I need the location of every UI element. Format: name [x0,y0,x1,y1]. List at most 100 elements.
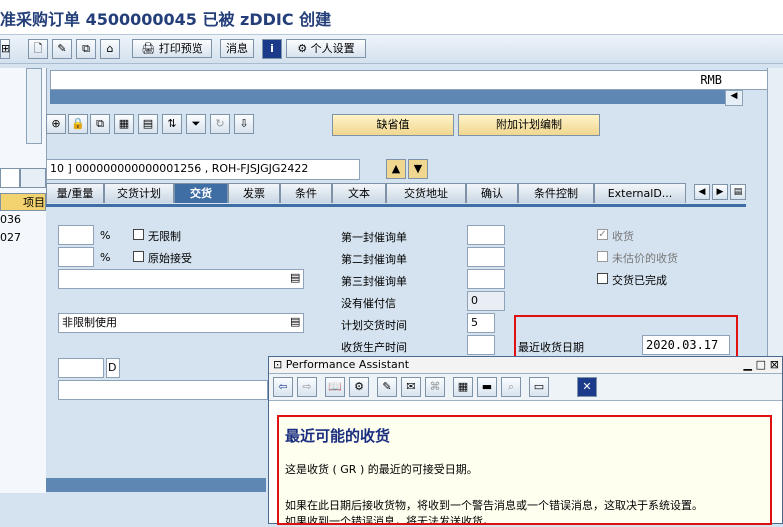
left-scrollbar[interactable] [26,68,42,144]
item-column-header[interactable]: 项目 [0,193,46,211]
back-icon[interactable]: ⊞ [0,39,10,59]
personal-settings-button[interactable]: ⚙ 个人设置 [286,39,366,58]
goods-receipt-checkbox[interactable]: ✓ [597,229,608,240]
info-icon[interactable]: i [262,39,282,59]
change-icon[interactable]: ✎ [52,39,72,59]
overview-toggle-icon[interactable] [0,168,20,188]
maximize-icon[interactable]: □ [756,357,766,373]
print-preview-button[interactable]: 🖨 打印预览 [132,39,212,58]
book-icon[interactable]: 📖 [325,377,345,397]
tab-delivery-schedule[interactable]: 交货计划 [104,183,174,203]
tab-scroll-right-icon[interactable]: ▶ [712,184,728,200]
dropdown-icon[interactable]: ▤ [290,315,300,328]
tab-delivery[interactable]: 交货 [174,183,228,203]
table-icon[interactable]: ▦ [453,377,473,397]
stock-type-select[interactable]: 非限制使用 [58,313,304,333]
copy-icon[interactable]: ⧉ [76,39,96,59]
tab-conditions[interactable]: 条件 [280,183,332,203]
tab-condition-control[interactable]: 条件控制 [518,183,594,203]
export-icon[interactable]: ⇩ [234,114,254,134]
filter-icon[interactable]: ⏷ [186,114,206,134]
edit-icon[interactable]: ✎ [377,377,397,397]
non-valuated-gr-label: 未估价的收货 [612,252,678,265]
goods-receipt-label: 收货 [612,230,634,243]
tab-external-data[interactable]: ExternalD... [594,183,686,203]
header-horizontal-scrollbar[interactable] [50,90,725,104]
expand-icon[interactable]: ⊕ [46,114,66,134]
close-pa-icon[interactable]: ✕ [577,377,597,397]
forward-arrow-icon[interactable]: ⇨ [297,377,317,397]
dropdown-icon[interactable]: ▤ [290,271,300,284]
latest-gr-date-label: 最近收货日期 [518,341,584,354]
help-paragraph: 如果收到一个错误消息，将无法发送收货。 [285,515,494,525]
performance-assistant-toolbar: ⇦ ⇨ 📖 ⚙ ✎ ✉ ⌘ ▦ ▬ ⌕ ▭ ✕ [269,374,782,401]
tab-scroll-left-icon[interactable]: ◀ [694,184,710,200]
tab-quantity-weight[interactable]: 量/重量 [46,183,104,203]
application-toolbar: ⊞ 🗋 ✎ ⧉ ⌂ 🖨 打印预览 消息 i ⚙ 个人设置 [0,35,783,64]
percent-unit: % [100,229,111,242]
close-icon[interactable]: ⊠ [770,357,779,373]
print-icon[interactable]: ▤ [138,114,158,134]
bottom-horizontal-scrollbar[interactable] [46,478,266,492]
planned-delivery-time-label: 计划交货时间 [341,319,407,332]
next-item-icon[interactable]: ▼ [408,159,428,179]
header-row: RMB [50,70,783,90]
tab-texts[interactable]: 文本 [332,183,386,203]
unlimited-checkbox[interactable] [133,229,144,240]
copy-item-icon[interactable]: ⧉ [90,114,110,134]
previous-item-icon[interactable]: ▲ [386,159,406,179]
default-values-button[interactable]: 缺省值 [332,114,454,136]
hide-icon[interactable]: ▬ [477,377,497,397]
lock-icon[interactable]: 🔒 [68,114,88,134]
new-document-icon[interactable]: 🗋 [28,39,48,59]
scroll-left-icon[interactable]: ◀ [725,90,743,106]
overdelivery-tolerance-input[interactable] [58,225,94,245]
disabled-tool-icon[interactable]: ⌘ [425,377,445,397]
non-valuated-gr-checkbox[interactable] [597,251,608,262]
overview-row[interactable]: 036 [0,213,21,226]
shipping-instructions-select[interactable] [58,269,304,289]
right-vertical-scrollbar[interactable] [767,68,783,358]
overview-row[interactable]: 027 [0,231,21,244]
refresh-icon[interactable]: ↻ [210,114,230,134]
sort-icon[interactable]: ⇅ [162,114,182,134]
minimize-icon[interactable]: ▁ [744,357,752,373]
item-selector[interactable]: 10 ] 000000000000001256 , ROH-FJSJGJG242… [46,159,360,180]
tab-list-icon[interactable]: ▤ [730,184,746,200]
tab-invoice[interactable]: 发票 [228,183,280,203]
back-arrow-icon[interactable]: ⇦ [273,377,293,397]
currency-label: RMB [700,73,722,87]
original-accept-checkbox[interactable] [133,251,144,262]
performance-assistant-titlebar[interactable]: ⊡ Performance Assistant ▁ □ ⊠ [269,357,782,374]
planned-delivery-time-input[interactable]: 5 [467,313,495,333]
help-content: 最近可能的收货 这是收货 ( GR ) 的最近的可接受日期。 如果在此日期后接收… [277,415,772,525]
zoom-icon[interactable]: ⌕ [501,377,521,397]
print-icon[interactable]: ▭ [529,377,549,397]
title-bar: 准采购订单 4500000045 已被 zDDIC 创建 [0,0,783,35]
comment-icon[interactable]: ✉ [401,377,421,397]
select-all-icon[interactable]: ▦ [114,114,134,134]
reminder1-label: 第一封催询单 [341,231,407,244]
no-expediter-label: 没有催付信 [341,297,396,310]
reminder3-input[interactable] [467,269,505,289]
reminder2-input[interactable] [467,247,505,267]
additional-planning-button[interactable]: 附加计划编制 [458,114,600,136]
gr-processing-time-input[interactable] [467,335,495,355]
item-detail-tabs: 量/重量 交货计划 交货 发票 条件 文本 交货地址 确认 条件控制 Exter… [46,183,746,205]
technical-info-icon[interactable]: ⚙ [349,377,369,397]
reminder3-label: 第三封催询单 [341,275,407,288]
latest-gr-date-input[interactable]: 2020.03.17 [642,335,730,355]
tab-confirmations[interactable]: 确认 [466,183,518,203]
incoterms-input[interactable] [58,380,268,400]
messages-button[interactable]: 消息 [220,39,254,58]
underdelivery-tolerance-input[interactable] [58,247,94,267]
tab-delivery-address[interactable]: 交货地址 [386,183,466,203]
help-paragraph: 这是收货 ( GR ) 的最近的可接受日期。 [285,463,478,476]
reminder1-input[interactable] [467,225,505,245]
percent-unit: % [100,251,111,264]
overview-layout-icon[interactable] [20,168,46,188]
reminder2-label: 第二封催询单 [341,253,407,266]
gr-processing-days-input[interactable] [58,358,104,378]
delivery-completed-checkbox[interactable] [597,273,608,284]
tree-icon[interactable]: ⌂ [100,39,120,59]
